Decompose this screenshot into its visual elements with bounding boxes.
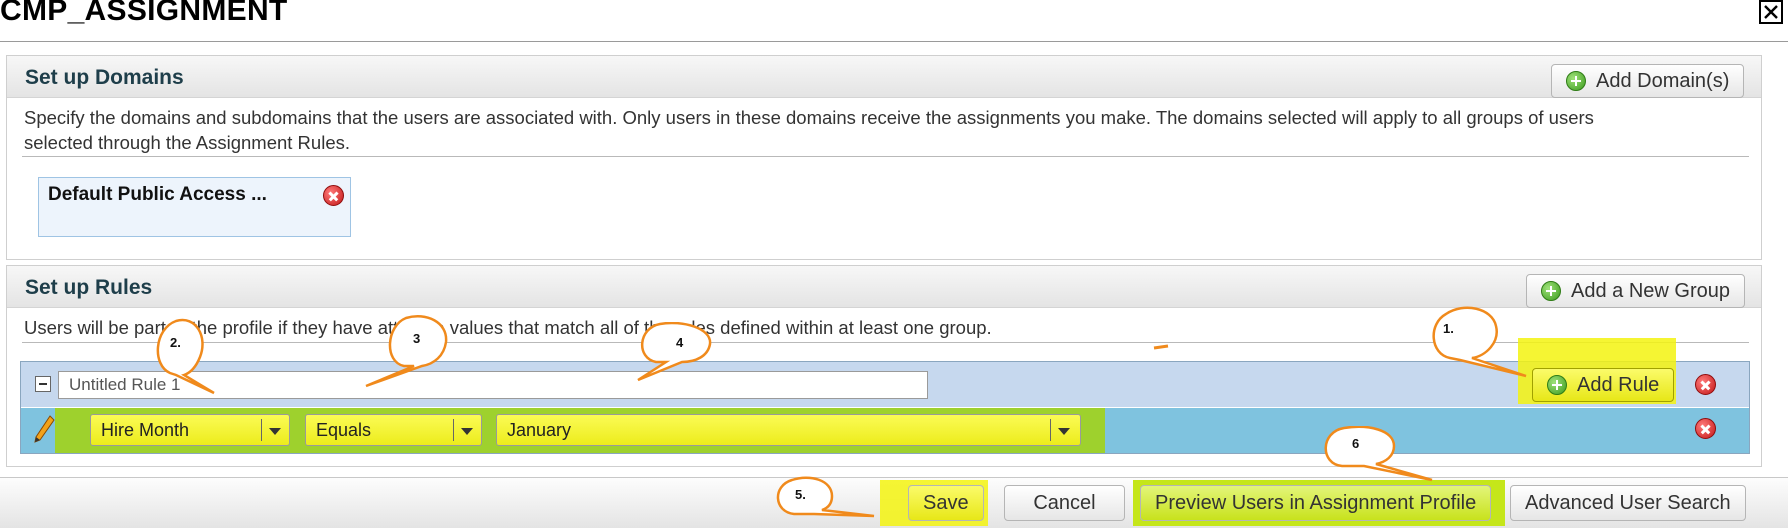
rules-panel-title: Set up Rules	[25, 276, 153, 299]
add-rule-label: Add Rule	[1577, 373, 1660, 396]
operator-select[interactable]: Equals	[305, 414, 482, 446]
dialog-title: CMP_ASSIGNMENT	[0, 0, 288, 27]
advanced-user-search-label: Advanced User Search	[1525, 491, 1731, 514]
cancel-label: Cancel	[1033, 491, 1096, 514]
save-label: Save	[923, 491, 969, 514]
add-icon	[1566, 71, 1586, 91]
add-new-group-label: Add a New Group	[1571, 279, 1730, 302]
add-domains-label: Add Domain(s)	[1596, 69, 1730, 92]
operator-select-value: Equals	[316, 420, 372, 440]
attribute-select-separator	[261, 419, 262, 441]
advanced-user-search-button[interactable]: Advanced User Search	[1510, 485, 1746, 521]
remove-domain-icon[interactable]	[323, 185, 344, 206]
domain-card[interactable]: Default Public Access ...	[38, 177, 351, 237]
collapse-icon[interactable]	[35, 376, 51, 392]
domains-panel-title: Set up Domains	[25, 66, 184, 89]
preview-users-label: Preview Users in Assignment Profile	[1155, 491, 1477, 514]
callout-3	[365, 315, 448, 388]
value-select-separator	[1050, 419, 1051, 441]
callout-4	[637, 322, 712, 382]
edit-pencil-icon[interactable]	[34, 414, 56, 444]
add-icon	[1541, 281, 1561, 301]
callout-6-label: 6	[1352, 436, 1360, 451]
add-new-group-button[interactable]: Add a New Group	[1526, 274, 1745, 308]
remove-group-icon[interactable]	[1695, 374, 1716, 395]
domain-name: Default Public Access ...	[48, 184, 267, 205]
chevron-down-icon	[269, 428, 281, 435]
callout-4-label: 4	[676, 335, 684, 350]
save-button[interactable]: Save	[908, 485, 984, 521]
cancel-button[interactable]: Cancel	[1004, 485, 1125, 521]
value-select-value: January	[507, 420, 572, 440]
operator-select-separator	[453, 419, 454, 441]
callout-2-label: 2.	[170, 335, 181, 350]
domains-description-line1: Specify the domains and subdomains that …	[24, 107, 1594, 128]
close-icon	[1764, 5, 1778, 19]
attribute-select-value: Hire Month	[101, 420, 190, 440]
callout-2	[156, 318, 215, 395]
chevron-down-icon	[1058, 428, 1070, 435]
callout-3-label: 3	[413, 331, 421, 346]
close-button[interactable]	[1759, 0, 1783, 24]
preview-users-button[interactable]: Preview Users in Assignment Profile	[1140, 485, 1492, 521]
value-select[interactable]: January	[496, 414, 1081, 446]
stray-mark	[1153, 344, 1169, 350]
add-icon	[1547, 375, 1567, 395]
attribute-select[interactable]: Hire Month	[90, 414, 290, 446]
domains-panel-header: Set up Domains	[7, 56, 1761, 98]
title-divider	[0, 41, 1788, 42]
add-domains-button[interactable]: Add Domain(s)	[1551, 64, 1745, 98]
chevron-down-icon	[461, 428, 473, 435]
callout-5	[776, 476, 875, 518]
callout-6	[1324, 426, 1433, 482]
callout-5-label: 5.	[795, 487, 806, 502]
domains-divider	[22, 156, 1749, 157]
remove-rule-icon[interactable]	[1695, 418, 1716, 439]
add-rule-button[interactable]: Add Rule	[1532, 368, 1675, 402]
domains-description-line2: selected through the Assignment Rules.	[24, 132, 350, 153]
callout-1	[1432, 306, 1527, 378]
callout-1-label: 1.	[1443, 321, 1454, 336]
